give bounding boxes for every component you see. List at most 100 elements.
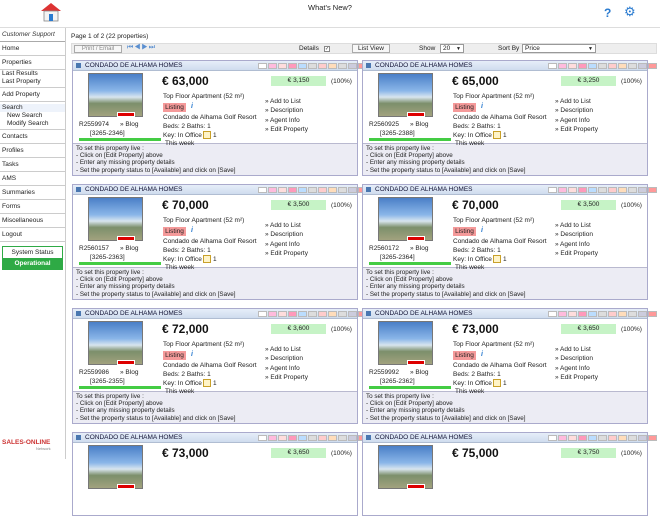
sidebar-item-last-results[interactable]: Last Results bbox=[0, 70, 65, 78]
help-icon[interactable]: ? bbox=[604, 6, 611, 20]
language-flag-icon[interactable] bbox=[558, 311, 567, 317]
sidebar-item-search[interactable]: Search bbox=[0, 104, 65, 112]
language-flag-icon[interactable] bbox=[308, 187, 317, 193]
sidebar-item-logout[interactable]: Logout bbox=[0, 228, 65, 242]
edit-property-link[interactable]: » Edit Property bbox=[265, 249, 308, 258]
language-flag-icon[interactable] bbox=[588, 63, 597, 69]
language-flag-icon[interactable] bbox=[548, 187, 557, 193]
key-icon[interactable] bbox=[203, 379, 211, 387]
language-flag-icon[interactable] bbox=[298, 63, 307, 69]
blog-link[interactable]: » Blog bbox=[120, 245, 138, 252]
language-flag-icon[interactable] bbox=[548, 435, 557, 441]
description-link[interactable]: » Description bbox=[265, 106, 308, 115]
language-flag-icon[interactable] bbox=[318, 63, 327, 69]
key-icon[interactable] bbox=[493, 131, 501, 139]
language-flag-icon[interactable] bbox=[638, 187, 647, 193]
agent-info-link[interactable]: » Agent Info bbox=[555, 116, 598, 125]
sidebar-item-contacts[interactable]: Contacts bbox=[0, 130, 65, 144]
language-flag-icon[interactable] bbox=[268, 63, 277, 69]
language-flag-icon[interactable] bbox=[288, 311, 297, 317]
language-flag-icon[interactable] bbox=[628, 435, 637, 441]
sort-by-select[interactable]: Price ▼ bbox=[522, 44, 596, 53]
language-flag-icon[interactable] bbox=[258, 311, 267, 317]
language-flag-icon[interactable] bbox=[628, 311, 637, 317]
key-icon[interactable] bbox=[203, 255, 211, 263]
language-flag-icon[interactable] bbox=[328, 63, 337, 69]
language-flag-icon[interactable] bbox=[328, 187, 337, 193]
language-flag-icon[interactable] bbox=[588, 187, 597, 193]
language-flag-icon[interactable] bbox=[628, 63, 637, 69]
language-flag-icon[interactable] bbox=[578, 187, 587, 193]
sidebar-item-last-property[interactable]: Last Property bbox=[0, 78, 65, 86]
sidebar-item-modify-search[interactable]: Modify Search bbox=[0, 120, 65, 128]
description-link[interactable]: » Description bbox=[555, 230, 598, 239]
language-flag-icon[interactable] bbox=[608, 435, 617, 441]
edit-property-link[interactable]: » Edit Property bbox=[265, 373, 308, 382]
select-checkbox[interactable] bbox=[366, 187, 371, 192]
language-flag-icon[interactable] bbox=[638, 63, 647, 69]
language-flag-icon[interactable] bbox=[318, 435, 327, 441]
language-flag-icon[interactable] bbox=[548, 311, 557, 317]
sidebar-item-properties[interactable]: Properties bbox=[0, 56, 65, 70]
language-flag-icon[interactable] bbox=[348, 187, 357, 193]
language-flag-icon[interactable] bbox=[598, 63, 607, 69]
agent-info-link[interactable]: » Agent Info bbox=[555, 240, 598, 249]
language-flag-icon[interactable] bbox=[288, 187, 297, 193]
language-flag-icon[interactable] bbox=[568, 63, 577, 69]
sidebar-item-new-search[interactable]: New Search bbox=[0, 112, 65, 120]
sidebar-item-add-property[interactable]: Add Property bbox=[0, 88, 65, 102]
sidebar-item-forms[interactable]: Forms bbox=[0, 200, 65, 214]
details-checkbox[interactable]: ✓ bbox=[324, 46, 330, 52]
language-flag-icon[interactable] bbox=[298, 435, 307, 441]
agent-info-link[interactable]: » Agent Info bbox=[265, 364, 308, 373]
language-flag-icon[interactable] bbox=[578, 435, 587, 441]
key-icon[interactable] bbox=[493, 255, 501, 263]
language-flag-icon[interactable] bbox=[318, 187, 327, 193]
description-link[interactable]: » Description bbox=[265, 354, 308, 363]
language-flag-icon[interactable] bbox=[268, 187, 277, 193]
language-flag-icon[interactable] bbox=[268, 311, 277, 317]
language-flag-icon[interactable] bbox=[258, 63, 267, 69]
add-to-list-link[interactable]: » Add to List bbox=[265, 345, 308, 354]
language-flag-icon[interactable] bbox=[328, 311, 337, 317]
language-flag-icon[interactable] bbox=[258, 187, 267, 193]
select-checkbox[interactable] bbox=[76, 63, 81, 68]
info-icon[interactable]: i bbox=[191, 103, 193, 110]
description-link[interactable]: » Description bbox=[265, 230, 308, 239]
add-to-list-link[interactable]: » Add to List bbox=[265, 221, 308, 230]
select-checkbox[interactable] bbox=[76, 435, 81, 440]
language-flag-icon[interactable] bbox=[568, 435, 577, 441]
language-flag-icon[interactable] bbox=[348, 63, 357, 69]
language-flag-icon[interactable] bbox=[338, 435, 347, 441]
language-flag-icon[interactable] bbox=[258, 435, 267, 441]
language-flag-icon[interactable] bbox=[568, 187, 577, 193]
language-flag-icon[interactable] bbox=[628, 187, 637, 193]
info-icon[interactable]: i bbox=[191, 227, 193, 234]
property-photo[interactable] bbox=[88, 321, 143, 365]
language-flag-icon[interactable] bbox=[598, 311, 607, 317]
language-flag-icon[interactable] bbox=[618, 311, 627, 317]
language-flag-icon[interactable] bbox=[308, 435, 317, 441]
language-flag-icon[interactable] bbox=[278, 311, 287, 317]
add-to-list-link[interactable]: » Add to List bbox=[555, 97, 598, 106]
language-flag-icon[interactable] bbox=[568, 311, 577, 317]
language-flag-icon[interactable] bbox=[558, 435, 567, 441]
language-flag-icon[interactable] bbox=[608, 311, 617, 317]
edit-property-link[interactable]: » Edit Property bbox=[555, 373, 598, 382]
edit-property-link[interactable]: » Edit Property bbox=[555, 125, 598, 134]
language-flag-icon[interactable] bbox=[598, 435, 607, 441]
key-icon[interactable] bbox=[493, 379, 501, 387]
description-link[interactable]: » Description bbox=[555, 354, 598, 363]
property-photo[interactable] bbox=[378, 197, 433, 241]
language-flag-icon[interactable] bbox=[618, 63, 627, 69]
description-link[interactable]: » Description bbox=[555, 106, 598, 115]
property-photo[interactable] bbox=[88, 445, 143, 489]
sidebar-item-ams[interactable]: AMS bbox=[0, 172, 65, 186]
blog-link[interactable]: » Blog bbox=[120, 121, 138, 128]
info-icon[interactable]: i bbox=[481, 351, 483, 358]
language-flag-icon[interactable] bbox=[618, 435, 627, 441]
language-flag-icon[interactable] bbox=[578, 63, 587, 69]
select-checkbox[interactable] bbox=[366, 63, 371, 68]
language-flag-icon[interactable] bbox=[558, 187, 567, 193]
property-photo[interactable] bbox=[378, 445, 433, 489]
